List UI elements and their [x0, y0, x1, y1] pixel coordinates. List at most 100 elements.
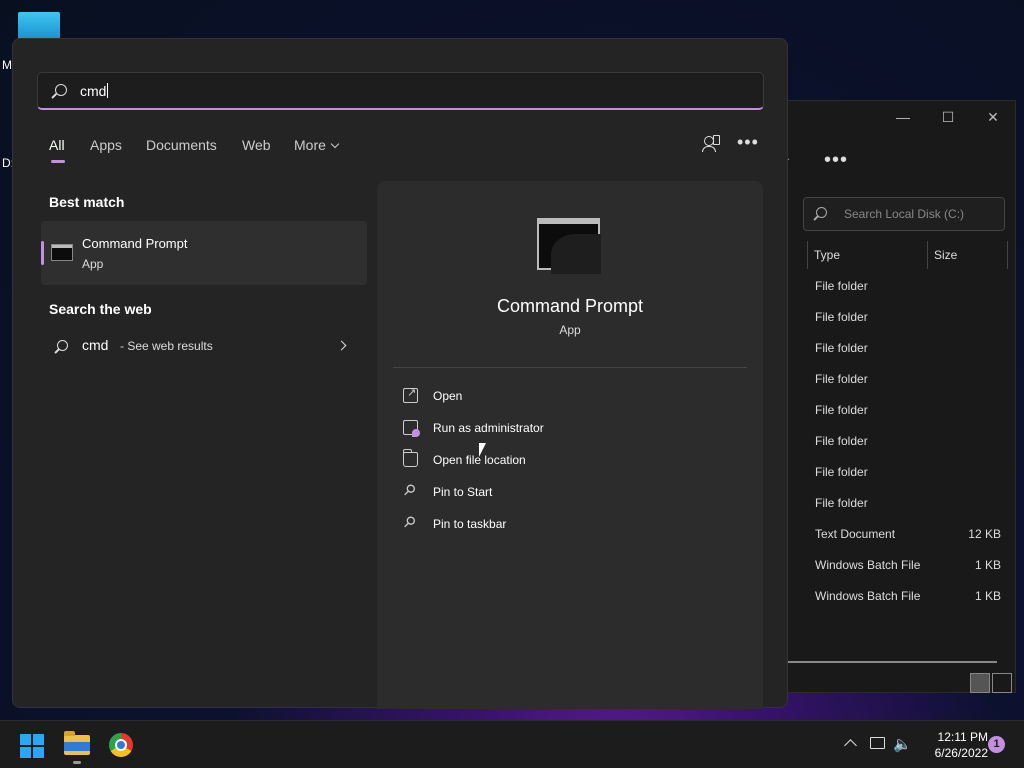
table-row[interactable]: File folder — [815, 465, 1005, 496]
best-match-heading: Best match — [49, 194, 125, 210]
table-row[interactable]: File folder — [815, 279, 1005, 310]
action-label: Pin to taskbar — [433, 517, 507, 531]
column-divider[interactable] — [807, 241, 808, 269]
web-query: cmd — [82, 337, 109, 353]
action-label: Run as administrator — [433, 421, 544, 435]
notification-badge[interactable]: 1 — [988, 736, 1005, 753]
text-caret — [107, 83, 109, 98]
pin-icon — [403, 484, 418, 499]
taskbar: 🔈 12:11 PM 6/26/2022 1 — [0, 720, 1024, 768]
action-run-as-admin[interactable]: Run as administrator — [403, 419, 703, 447]
table-row[interactable]: File folder — [815, 434, 1005, 465]
action-label: Pin to Start — [433, 485, 493, 499]
running-indicator — [73, 761, 81, 764]
tab-more[interactable]: More — [294, 137, 340, 153]
column-header-type[interactable]: Type — [814, 243, 840, 267]
row-type: File folder — [815, 434, 868, 448]
row-type: File folder — [815, 279, 868, 293]
file-explorer-icon[interactable] — [64, 731, 90, 755]
divider — [393, 367, 747, 368]
row-type: File folder — [815, 310, 868, 324]
search-icon — [816, 207, 827, 218]
folder-icon — [403, 449, 418, 467]
search-flyout: cmd All Apps Documents Web More ••• Best… — [12, 38, 788, 709]
clock-date: 6/26/2022 — [934, 746, 988, 760]
row-type: File folder — [815, 403, 868, 417]
result-kind: App — [82, 257, 104, 271]
search-icon — [55, 84, 67, 96]
row-type: File folder — [815, 372, 868, 386]
minimize-icon[interactable]: — — [888, 109, 918, 125]
search-icon — [57, 340, 68, 351]
result-name: Command Prompt — [82, 236, 188, 251]
details-view-icon[interactable] — [970, 673, 990, 693]
detail-kind: App — [559, 323, 581, 337]
horizontal-scrollbar[interactable] — [787, 661, 997, 663]
account-icon[interactable] — [701, 135, 721, 153]
row-type: File folder — [815, 496, 868, 510]
tab-documents[interactable]: Documents — [146, 137, 217, 153]
row-size: 12 KB — [968, 527, 1001, 541]
column-header-size[interactable]: Size — [934, 243, 957, 267]
column-divider[interactable] — [1007, 241, 1008, 269]
table-row[interactable]: Text Document 12 KB — [815, 527, 1005, 558]
chevron-down-icon — [330, 139, 340, 149]
action-pin-to-start[interactable]: Pin to Start — [403, 483, 703, 511]
desktop-icon-label: M — [2, 58, 12, 72]
table-row[interactable]: File folder — [815, 403, 1005, 434]
command-prompt-large-icon — [537, 218, 601, 274]
chrome-icon[interactable] — [109, 733, 133, 757]
row-type: File folder — [815, 465, 868, 479]
table-row[interactable]: File folder — [815, 341, 1005, 372]
open-icon — [403, 386, 418, 403]
result-detail-pane: Command Prompt App Open Run as administr… — [377, 181, 763, 709]
row-type: Windows Batch File — [815, 558, 921, 572]
web-search-result[interactable]: cmd - See web results — [41, 335, 367, 365]
action-pin-to-taskbar[interactable]: Pin to taskbar — [403, 515, 703, 543]
tab-web[interactable]: Web — [242, 137, 271, 153]
chevron-right-icon[interactable] — [336, 340, 347, 351]
row-size: 1 KB — [974, 558, 1001, 572]
volume-icon[interactable]: 🔈 — [893, 735, 912, 753]
close-icon[interactable]: ✕ — [978, 109, 1008, 126]
table-row[interactable]: File folder — [815, 310, 1005, 341]
start-button-icon[interactable] — [20, 734, 44, 758]
table-row[interactable]: Windows Batch File 1 KB — [815, 558, 1005, 589]
row-type: Text Document — [815, 527, 896, 541]
table-row[interactable]: File folder — [815, 372, 1005, 403]
command-prompt-icon — [51, 244, 73, 261]
clock-time: 12:11 PM — [937, 730, 988, 744]
row-size: 1 KB — [974, 589, 1001, 603]
selection-indicator — [41, 241, 44, 265]
maximize-icon[interactable]: ☐ — [933, 109, 963, 126]
network-icon[interactable] — [870, 737, 885, 749]
more-options-icon[interactable]: ••• — [737, 133, 758, 153]
row-type: Windows Batch File — [815, 589, 921, 603]
search-input[interactable]: cmd — [37, 72, 764, 110]
column-divider[interactable] — [927, 241, 928, 269]
action-label: Open — [433, 389, 463, 403]
desktop-folder-icon[interactable] — [18, 12, 60, 40]
explorer-search-input[interactable]: Search Local Disk (C:) — [803, 197, 1005, 231]
mouse-cursor-icon — [479, 443, 486, 457]
table-row[interactable]: Windows Batch File 1 KB — [815, 589, 1005, 620]
web-results-label: - See web results — [120, 339, 213, 353]
active-tab-indicator — [51, 160, 65, 163]
search-query: cmd — [80, 83, 107, 99]
tab-apps[interactable]: Apps — [90, 137, 122, 153]
clock[interactable]: 12:11 PM 6/26/2022 — [916, 729, 988, 761]
show-hidden-icons-icon[interactable] — [844, 739, 857, 752]
shield-icon — [403, 420, 420, 437]
best-match-result[interactable]: Command Prompt App — [41, 221, 367, 285]
tab-more-label: More — [294, 137, 326, 153]
table-row[interactable]: File folder — [815, 496, 1005, 527]
explorer-search-placeholder: Search Local Disk (C:) — [844, 207, 965, 221]
detail-title: Command Prompt — [496, 296, 644, 316]
row-type: File folder — [815, 341, 868, 355]
large-icons-view-icon[interactable] — [992, 673, 1012, 693]
action-open[interactable]: Open — [403, 386, 703, 415]
tab-all[interactable]: All — [49, 137, 65, 153]
pin-icon — [403, 516, 418, 531]
more-options-icon[interactable]: ••• — [824, 149, 848, 172]
action-open-file-location[interactable]: Open file location — [403, 449, 703, 479]
